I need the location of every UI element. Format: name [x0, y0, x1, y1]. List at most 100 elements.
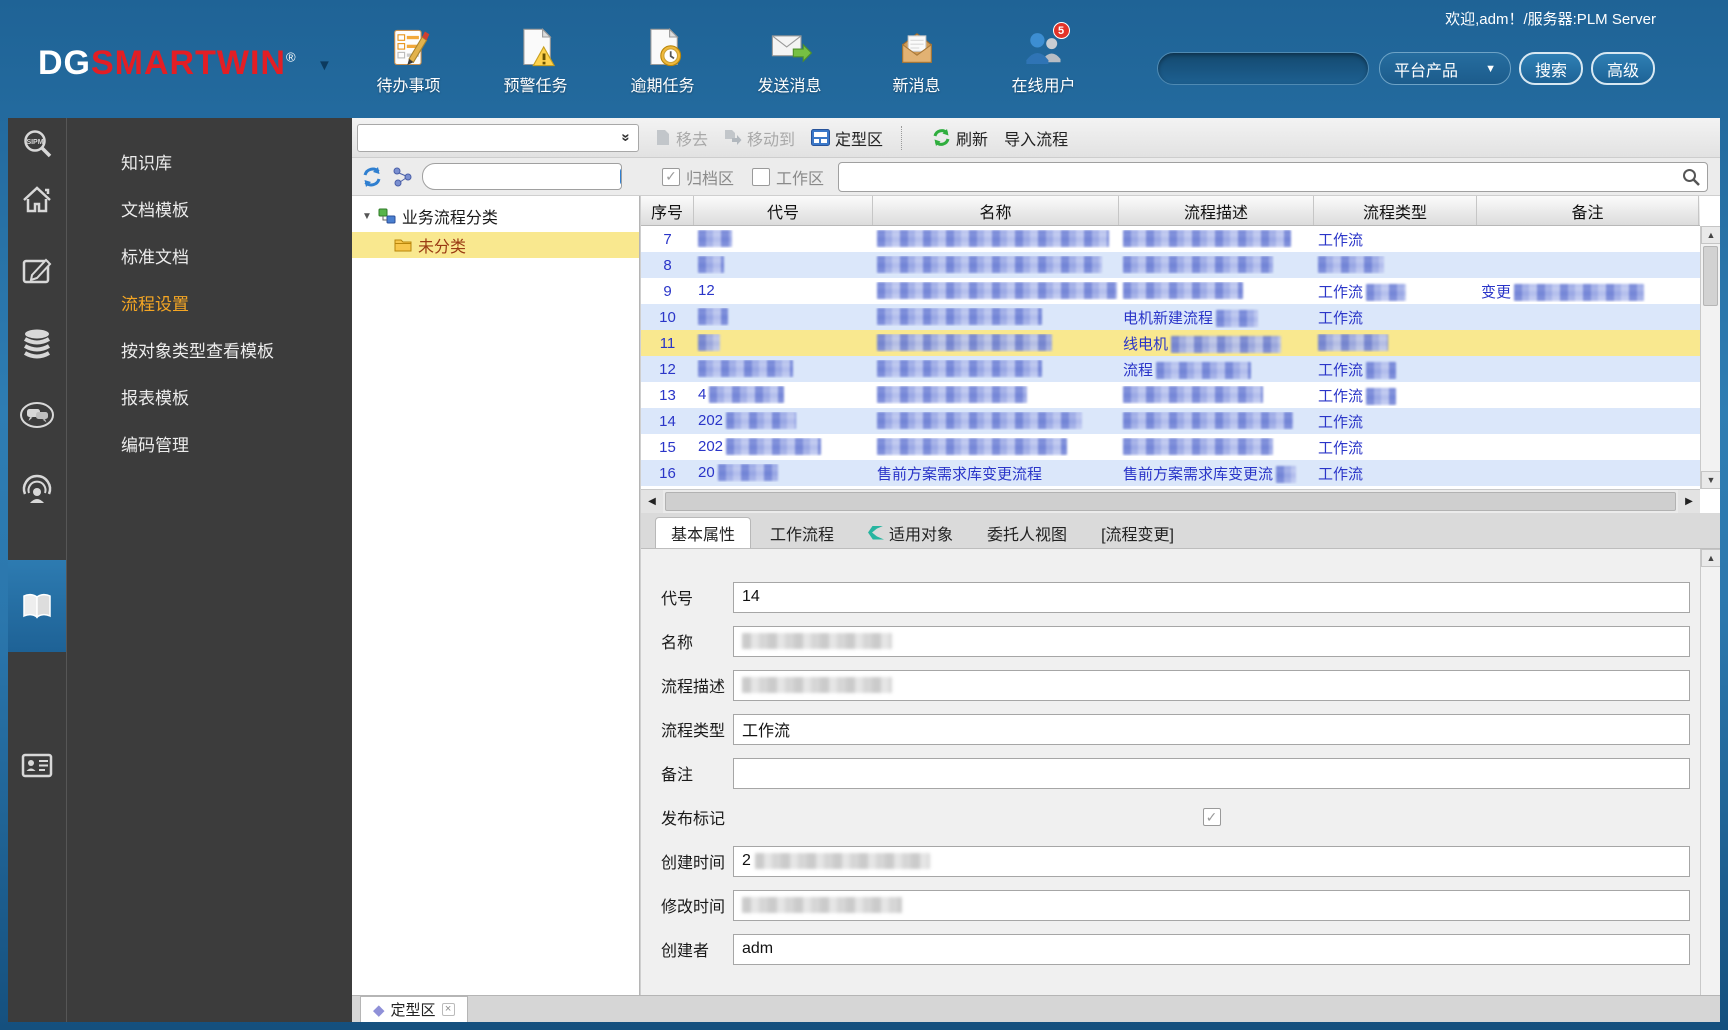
- search-button[interactable]: 搜索: [1519, 52, 1583, 85]
- sidebar-item-templates-by-object-type[interactable]: 按对象类型查看模板: [67, 328, 352, 375]
- field-input-name[interactable]: [733, 625, 1690, 657]
- field-input-create-time[interactable]: 2: [733, 845, 1690, 877]
- tree-root-business-process[interactable]: ▼ 业务流程分类: [352, 196, 639, 232]
- topbar-item-todo[interactable]: 待办事项: [345, 26, 472, 96]
- move-to-button[interactable]: 移动到: [724, 126, 795, 150]
- archive-zone-checkbox[interactable]: ✓: [662, 167, 680, 186]
- sidebar-item-report-templates[interactable]: 报表模板: [67, 375, 352, 422]
- support-person-icon[interactable]: [20, 472, 54, 506]
- home-icon[interactable]: [20, 183, 54, 217]
- tree-refresh-icon[interactable]: [361, 166, 383, 188]
- topbar-item-overdue-tasks[interactable]: 逾期任务: [599, 26, 726, 96]
- table-row[interactable]: 12 流程 工作流: [641, 356, 1700, 382]
- scrollbar-thumb[interactable]: [1703, 246, 1718, 306]
- brand-logo[interactable]: DGSMARTWIN® ▼: [38, 44, 333, 83]
- tab-basic-props[interactable]: 基本属性: [655, 517, 752, 548]
- detail-vertical-scrollbar[interactable]: ▲: [1700, 549, 1720, 995]
- logo-brand: SMARTWIN: [91, 44, 286, 82]
- global-search-input[interactable]: [1157, 52, 1369, 85]
- chat-icon[interactable]: [20, 398, 54, 432]
- import-flow-button[interactable]: 导入流程: [1004, 126, 1068, 150]
- redacted-content: [1366, 387, 1397, 405]
- remove-button[interactable]: 移去: [655, 126, 708, 150]
- table-row[interactable]: 16 20 售前方案需求库变更流程 售前方案需求库变更流 工作流: [641, 460, 1700, 486]
- search-down-button[interactable]: ▼: [620, 168, 621, 185]
- topbar-item-warning-tasks[interactable]: 预警任务: [472, 26, 599, 96]
- finalize-zone-button[interactable]: 定型区: [811, 126, 883, 150]
- list-filter-input[interactable]: [839, 162, 1681, 191]
- column-header-1[interactable]: 代号: [694, 196, 873, 225]
- field-input-code[interactable]: 14: [733, 581, 1690, 613]
- database-icon[interactable]: [20, 326, 54, 360]
- topbar-item-online-users[interactable]: 5 在线用户: [980, 22, 1107, 96]
- magnifier-icon[interactable]: [1681, 167, 1701, 187]
- tree-item-uncategorized[interactable]: 未分类: [352, 232, 639, 258]
- field-input-note[interactable]: [733, 757, 1690, 789]
- tab-process-change[interactable]: [流程变更]: [1086, 517, 1189, 548]
- edit-icon[interactable]: [20, 253, 54, 287]
- table-row[interactable]: 15 202 工作流: [641, 434, 1700, 460]
- table-horizontal-scrollbar[interactable]: ◀ ▶: [641, 489, 1700, 513]
- publish-flag-checkbox[interactable]: ✓: [1202, 808, 1221, 826]
- advanced-button[interactable]: 高级: [1591, 52, 1655, 85]
- sidebar-item-process-settings[interactable]: 流程设置: [67, 281, 352, 328]
- scroll-up-icon[interactable]: ▲: [1701, 549, 1720, 567]
- field-input-creator[interactable]: adm: [733, 933, 1690, 965]
- tree-expand-arrow-icon[interactable]: ▼: [362, 211, 372, 222]
- tab-delegate-view[interactable]: 委托人视图: [972, 517, 1082, 548]
- category-combo[interactable]: »: [357, 123, 639, 152]
- table-row[interactable]: 14 202 工作流: [641, 408, 1700, 434]
- sidebar-item-standard-docs[interactable]: 标准文档: [67, 234, 352, 281]
- redacted-content: [1366, 361, 1397, 379]
- detail-form: 代号 14 名称 流程描述 流程类型 工作流 备注 发布标记 ✓ 创建时间 2 修改时间 创建者 adm: [641, 549, 1720, 971]
- scroll-down-icon[interactable]: ▼: [1701, 471, 1720, 489]
- topbar-item-label: 逾期任务: [630, 78, 695, 95]
- refresh-button[interactable]: 刷新: [932, 126, 988, 150]
- sidebar-item-doc-templates[interactable]: 文档模板: [67, 187, 352, 234]
- cell-seq: 8: [663, 256, 672, 274]
- sidebar-item-knowledge-base[interactable]: 知识库: [67, 140, 352, 187]
- todo-list-icon: [387, 26, 431, 70]
- table-row[interactable]: 11 线电机: [641, 330, 1700, 356]
- table-row[interactable]: 7 工作流: [641, 226, 1700, 252]
- redacted-content: [726, 412, 797, 430]
- column-header-2[interactable]: 名称: [873, 196, 1119, 225]
- table-cell: [694, 334, 873, 352]
- field-input-description[interactable]: [733, 669, 1690, 701]
- hscrollbar-thumb[interactable]: [665, 492, 1676, 511]
- table-vertical-scrollbar[interactable]: ▲ ▼: [1700, 226, 1720, 489]
- topbar-item-send-message[interactable]: 发送消息: [726, 26, 853, 96]
- field-input-modify-time[interactable]: [733, 889, 1690, 921]
- column-header-3[interactable]: 流程描述: [1119, 196, 1314, 225]
- main-content: » 移去 移动到 定型区 刷新 导入流程 ✓ 归档区 工作区 ▼ 业务流程分类 …: [352, 118, 1720, 1022]
- column-header-4[interactable]: 流程类型: [1314, 196, 1477, 225]
- topbar-item-new-message[interactable]: 新消息: [853, 26, 980, 96]
- table-cell: [1119, 386, 1314, 404]
- search-category-dropdown[interactable]: 平台产品 ▼: [1379, 52, 1511, 85]
- table-row[interactable]: 13 4 工作流: [641, 382, 1700, 408]
- topbar-item-label: 新消息: [892, 78, 941, 95]
- close-icon[interactable]: ×: [441, 1003, 455, 1016]
- book-icon[interactable]: [20, 589, 54, 623]
- tree-search-input[interactable]: [423, 164, 620, 189]
- table-row[interactable]: 8: [641, 252, 1700, 278]
- tab-finalize-zone[interactable]: ◆ 定型区 ×: [360, 996, 468, 1022]
- field-input-type[interactable]: 工作流: [733, 713, 1690, 745]
- scroll-left-icon[interactable]: ◀: [641, 490, 663, 513]
- column-header-0[interactable]: 序号: [641, 196, 694, 225]
- scroll-right-icon[interactable]: ▶: [1678, 490, 1700, 513]
- tree-structure-icon[interactable]: [392, 166, 414, 188]
- column-header-5[interactable]: 备注: [1477, 196, 1699, 225]
- logo-dropdown-caret-icon[interactable]: ▼: [317, 57, 333, 74]
- sidebar-item-code-management[interactable]: 编码管理: [67, 422, 352, 469]
- new-message-icon: [895, 26, 939, 70]
- scroll-up-icon[interactable]: ▲: [1701, 226, 1720, 244]
- table-row[interactable]: 9 12 工作流 变更: [641, 278, 1700, 304]
- work-zone-checkbox[interactable]: [752, 167, 771, 186]
- redacted-content: [1123, 412, 1293, 430]
- tab-workflow[interactable]: 工作流程: [755, 517, 849, 548]
- id-card-icon[interactable]: [20, 748, 54, 782]
- table-row[interactable]: 10 电机新建流程 工作流: [641, 304, 1700, 330]
- tab-apply-objects[interactable]: 适用对象: [853, 517, 968, 548]
- sipm-search-icon[interactable]: SIPM: [20, 128, 54, 162]
